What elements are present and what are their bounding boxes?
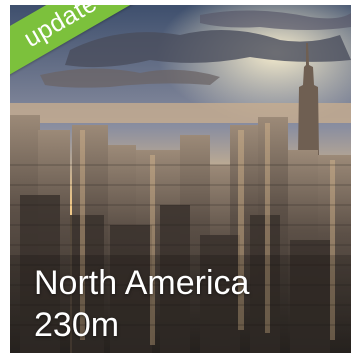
region-count: 230m: [34, 306, 120, 344]
region-name: North America: [34, 264, 250, 302]
region-tile[interactable]: update North America 230m: [10, 5, 351, 353]
tile-caption: North America 230m: [34, 262, 249, 346]
